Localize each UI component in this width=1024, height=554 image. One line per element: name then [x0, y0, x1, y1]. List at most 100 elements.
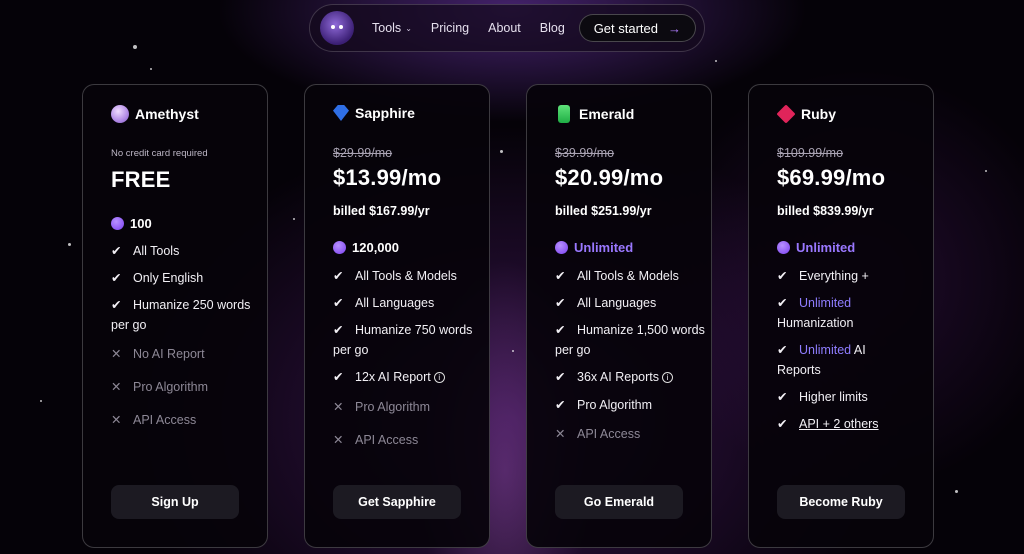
credits-value: 100	[130, 216, 152, 231]
feature-item: ✔ Humanize 1,500 words per go	[555, 320, 705, 360]
feature-item: ✔ Everything +	[777, 266, 927, 286]
feature-item: ✔ Only English	[111, 268, 261, 288]
get-sapphire-button[interactable]: Get Sapphire	[333, 485, 461, 519]
feature-label: Pro Algorithm	[577, 398, 653, 412]
star	[133, 45, 137, 49]
feature-label-accent: Unlimited	[799, 296, 852, 310]
cross-icon: ✕	[111, 347, 122, 361]
info-icon[interactable]: i	[433, 372, 445, 384]
check-icon: ✔	[333, 296, 344, 310]
cross-icon: ✕	[555, 427, 566, 441]
feature-label: No AI Report	[133, 347, 205, 361]
feature-label: Reports	[777, 363, 821, 377]
info-icon[interactable]: i	[662, 372, 673, 384]
star	[955, 490, 958, 493]
feature-label: Only English	[133, 271, 204, 285]
plan-title: Emerald	[555, 105, 634, 123]
check-icon: ✔	[777, 296, 788, 310]
feature-item-disabled: ✕ Pro Algorithm	[333, 397, 483, 417]
get-started-button[interactable]: Get started →	[578, 14, 696, 42]
ruby-gem-icon	[776, 104, 796, 124]
feature-label: Humanize 250 words per go	[111, 298, 251, 332]
feature-item-disabled: ✕ API Access	[111, 410, 261, 430]
credits-value: Unlimited	[796, 240, 856, 255]
feature-item-disabled: ✕ Pro Algorithm	[111, 377, 261, 397]
sapphire-gem-icon	[333, 105, 349, 121]
credit-coin-icon	[555, 241, 568, 254]
api-others-link[interactable]: API + 2 others	[799, 417, 879, 431]
star	[68, 243, 71, 246]
check-icon: ✔	[777, 269, 788, 283]
feature-item: ✔ All Tools & Models	[555, 266, 705, 286]
feature-item-disabled: ✕ No AI Report	[111, 344, 261, 364]
check-icon: ✔	[111, 271, 122, 285]
feature-label: 12x AI Report	[355, 370, 431, 384]
logo-icon[interactable]	[320, 11, 354, 45]
check-icon: ✔	[333, 269, 344, 283]
emerald-gem-icon	[558, 105, 570, 123]
feature-label: Higher limits	[799, 390, 868, 404]
feature-item: ✔ All Languages	[555, 293, 705, 313]
feature-item: ✔ Unlimited AI Reports	[777, 340, 927, 380]
check-icon: ✔	[555, 269, 566, 283]
plan-title: Ruby	[776, 104, 836, 124]
star	[150, 68, 152, 70]
check-icon: ✔	[555, 370, 566, 384]
plan-old-price: $109.99/mo	[777, 146, 844, 160]
feature-item: ✔ Humanize 750 words per go	[333, 320, 483, 360]
plan-credits: 120,000	[333, 240, 399, 255]
check-icon: ✔	[111, 298, 122, 312]
plan-price: $69.99/mo	[777, 165, 886, 190]
feature-label: All Languages	[577, 296, 657, 310]
check-icon: ✔	[111, 244, 122, 258]
check-icon: ✔	[555, 296, 566, 310]
plan-name: Emerald	[579, 106, 635, 122]
feature-item-disabled: ✕ API Access	[333, 430, 483, 450]
plan-title: Amethyst	[111, 105, 199, 123]
nav-about-link[interactable]: About	[488, 21, 521, 35]
top-navbar: Tools ⌄ Pricing About Blog Get started →	[309, 4, 705, 52]
feature-label: All Tools	[133, 244, 180, 258]
chevron-down-icon: ⌄	[405, 23, 412, 33]
nav-pricing-link[interactable]: Pricing	[431, 21, 469, 35]
cross-icon: ✕	[333, 400, 344, 414]
feature-label: Humanize 750 words per go	[333, 323, 473, 357]
plan-billed: billed $251.99/yr	[555, 204, 652, 218]
feature-item: ✔ Unlimited Humanization	[777, 293, 927, 333]
credit-coin-icon	[333, 241, 346, 254]
sign-up-button[interactable]: Sign Up	[111, 485, 239, 519]
plan-card-emerald: Emerald $39.99/mo $20.99/mo billed $251.…	[526, 84, 712, 548]
nav-tools-menu[interactable]: Tools ⌄	[372, 21, 412, 35]
star	[715, 60, 717, 62]
feature-label: API Access	[133, 413, 197, 427]
feature-label: Humanization	[777, 316, 854, 330]
become-ruby-button[interactable]: Become Ruby	[777, 485, 905, 519]
feature-label-accent: Unlimited	[799, 343, 852, 357]
plan-name: Ruby	[801, 106, 836, 122]
feature-item: ✔ All Tools	[111, 241, 261, 261]
star	[40, 400, 42, 402]
plan-billed: billed $839.99/yr	[777, 204, 874, 218]
feature-label: All Tools & Models	[355, 269, 457, 283]
check-icon: ✔	[777, 417, 788, 431]
cross-icon: ✕	[111, 413, 122, 427]
star	[293, 218, 295, 220]
star	[500, 150, 503, 153]
feature-item-disabled: ✕ API Access	[555, 424, 705, 444]
cross-icon: ✕	[111, 380, 122, 394]
plan-credits: Unlimited	[777, 240, 855, 255]
plan-card-sapphire: Sapphire $29.99/mo $13.99/mo billed $167…	[304, 84, 490, 548]
check-icon: ✔	[555, 323, 566, 337]
nav-blog-link[interactable]: Blog	[540, 21, 565, 35]
amethyst-gem-icon	[111, 105, 129, 123]
check-icon: ✔	[777, 390, 788, 404]
star	[985, 170, 987, 172]
plan-credits: Unlimited	[555, 240, 633, 255]
feature-item: ✔ API + 2 others	[777, 414, 927, 434]
check-icon: ✔	[333, 323, 344, 337]
credit-coin-icon	[111, 217, 124, 230]
go-emerald-button[interactable]: Go Emerald	[555, 485, 683, 519]
plan-price: $13.99/mo	[333, 165, 442, 190]
credits-value: Unlimited	[574, 240, 634, 255]
credit-coin-icon	[777, 241, 790, 254]
